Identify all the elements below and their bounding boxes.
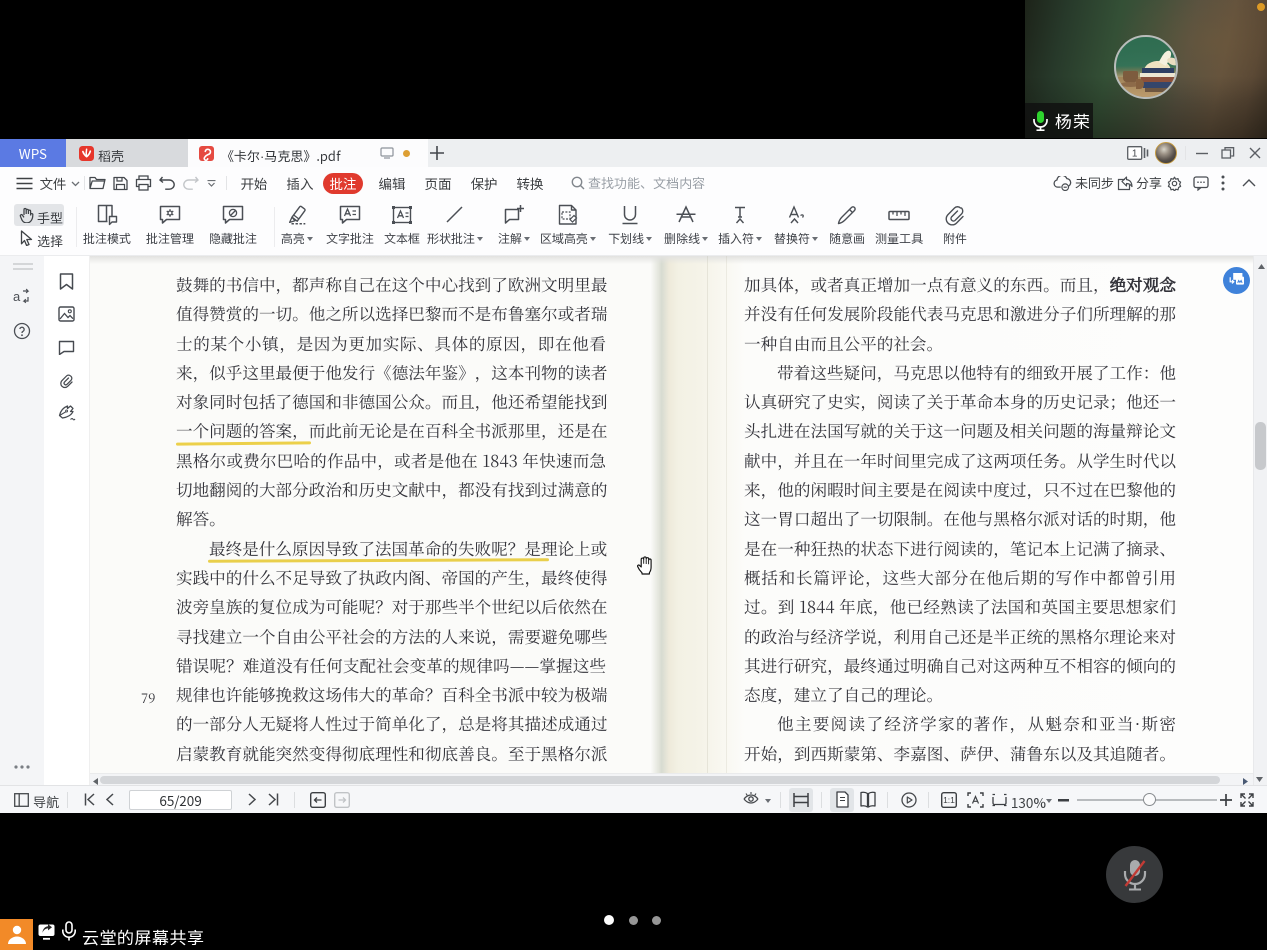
svg-text:1:1: 1:1 [943, 795, 955, 805]
svg-text:a: a [13, 289, 21, 304]
svg-text:1: 1 [1132, 149, 1138, 160]
